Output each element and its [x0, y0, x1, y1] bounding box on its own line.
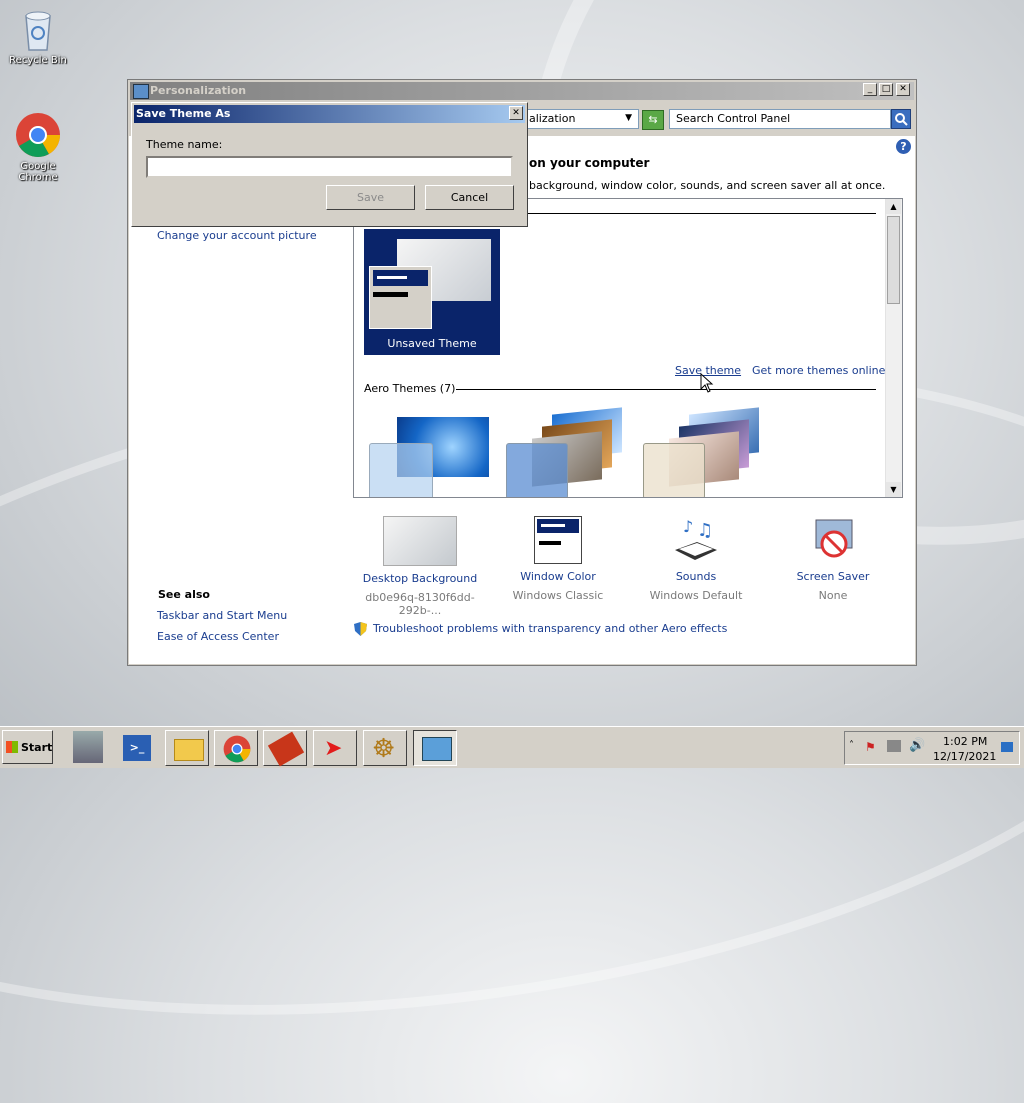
taskbar: Start >_ ➤ ☸ ˄ ⚑ 🔊 1:02 PM 12/17/2021 [0, 726, 1024, 768]
search-icon[interactable] [891, 109, 911, 129]
helm-icon: ☸ [372, 734, 396, 764]
theme-name-input[interactable] [146, 156, 513, 178]
clock-time[interactable]: 1:02 PM [943, 735, 987, 748]
start-button[interactable]: Start [2, 730, 53, 764]
taskbar-app-control-panel[interactable] [413, 730, 457, 766]
theme-glass-window [506, 443, 568, 497]
change-account-picture-link[interactable]: Change your account picture [157, 229, 317, 242]
aero-themes-divider [456, 389, 876, 390]
save-button[interactable]: Save [326, 185, 415, 210]
svg-text:♪: ♪ [683, 517, 693, 536]
desktop-background-option[interactable]: Desktop Background db0e96q-8130f6dd-292b… [355, 516, 485, 617]
dialog-title: Save Theme As [136, 107, 231, 120]
get-more-themes-link[interactable]: Get more themes online [752, 364, 885, 377]
theme-tile-windows7[interactable] [369, 414, 494, 497]
arrow-icon: ➤ [324, 736, 343, 761]
taskbar-app-helm[interactable]: ☸ [363, 730, 407, 766]
minimize-button[interactable]: _ [863, 83, 877, 96]
window-color-label: Window Color [520, 570, 596, 583]
windows-logo-icon [6, 741, 18, 753]
quick-launch-server-manager-icon[interactable] [73, 731, 103, 763]
quick-launch-powershell-icon[interactable]: >_ [123, 735, 151, 761]
sounds-label: Sounds [675, 570, 717, 583]
save-theme-dialog: Save Theme As ✕ Theme name: Save Cancel [131, 102, 528, 227]
scroll-down-arrow[interactable]: ▼ [886, 482, 901, 497]
volume-icon[interactable]: 🔊 [909, 738, 925, 753]
window-color-option[interactable]: Window Color Windows Classic [493, 516, 623, 602]
taskbar-app-arrow[interactable]: ➤ [313, 730, 357, 766]
page-description: background, window color, sounds, and sc… [529, 179, 886, 192]
taskbar-app-red-tool[interactable] [263, 730, 307, 767]
themes-list[interactable]: Unsaved Theme Save theme Get more themes… [353, 198, 903, 498]
themes-scrollbar[interactable]: ▲ ▼ [885, 199, 902, 497]
action-center-flag-icon[interactable]: ⚑ [865, 740, 876, 754]
chevron-down-icon[interactable]: ▼ [625, 113, 632, 123]
window-color-value: Windows Classic [512, 589, 604, 602]
desktop-icon-label: Recycle Bin [9, 55, 67, 66]
address-text: alization [529, 112, 576, 125]
theme-label: Unsaved Theme [387, 337, 477, 350]
scroll-thumb[interactable] [887, 216, 900, 304]
screen-saver-value: None [818, 589, 848, 602]
my-themes-divider [526, 213, 876, 214]
theme-preview-window [369, 266, 432, 329]
desktop-icon-recycle-bin[interactable]: Recycle Bin [0, 8, 76, 66]
theme-glass-window [643, 443, 705, 497]
desktop-icon-label: Google Chrome [18, 161, 58, 183]
screen-saver-icon [810, 516, 856, 564]
scroll-up-arrow[interactable]: ▲ [886, 199, 901, 214]
clock-date[interactable]: 12/17/2021 [933, 750, 996, 763]
theme-tile-characters[interactable] [641, 407, 766, 497]
sounds-value: Windows Default [649, 589, 743, 602]
maximize-button[interactable]: □ [879, 83, 893, 96]
aero-themes-header: Aero Themes (7) [364, 382, 456, 395]
desktop-icon-google-chrome[interactable]: Google Chrome [0, 112, 76, 183]
sounds-icon: ♪ ♫ [671, 516, 721, 564]
system-tray: ˄ ⚑ 🔊 1:02 PM 12/17/2021 [844, 731, 1020, 765]
ease-of-access-link[interactable]: Ease of Access Center [157, 630, 279, 643]
troubleshoot-link[interactable]: Troubleshoot problems with transparency … [373, 622, 727, 635]
window-title-bar[interactable]: Personalization [130, 82, 914, 100]
network-icon[interactable] [887, 740, 901, 752]
shield-icon [354, 622, 367, 636]
search-placeholder: Search Control Panel [676, 112, 791, 125]
see-also-heading: See also [158, 588, 210, 601]
help-icon[interactable]: ? [896, 139, 911, 154]
show-desktop-icon[interactable] [1001, 742, 1013, 752]
theme-tile-architecture[interactable] [504, 407, 629, 497]
sounds-option[interactable]: ♪ ♫ Sounds Windows Default [631, 516, 761, 602]
screen-saver-label: Screen Saver [796, 570, 870, 583]
chrome-icon [223, 735, 251, 766]
window-title: Personalization [150, 84, 247, 97]
window-color-icon [534, 516, 582, 564]
desktop-background-label: Desktop Background [362, 572, 478, 585]
chrome-icon [15, 112, 61, 158]
dialog-close-button[interactable]: ✕ [509, 106, 523, 120]
theme-name-label: Theme name: [146, 138, 223, 151]
dialog-title-bar[interactable]: Save Theme As [134, 105, 525, 123]
cancel-button[interactable]: Cancel [425, 185, 514, 210]
desktop-background-value: db0e96q-8130f6dd-292b-... [365, 591, 475, 617]
address-bar[interactable]: alization ▼ [527, 109, 639, 129]
theme-glass-window [369, 443, 433, 497]
theme-tile-unsaved[interactable]: Unsaved Theme [364, 229, 500, 355]
taskbar-app-chrome[interactable] [214, 730, 258, 766]
folder-icon [174, 739, 204, 761]
control-panel-icon [422, 737, 452, 761]
taskbar-start-menu-link[interactable]: Taskbar and Start Menu [157, 609, 287, 622]
tray-expand-icon[interactable]: ˄ [849, 740, 854, 751]
page-heading: on your computer [529, 156, 650, 170]
close-button[interactable]: ✕ [896, 83, 910, 96]
screen-saver-option[interactable]: Screen Saver None [768, 516, 898, 602]
control-panel-icon [133, 84, 149, 99]
svg-text:♫: ♫ [697, 520, 713, 541]
desktop-background-icon [383, 516, 457, 566]
start-label: Start [21, 741, 53, 754]
recycle-bin-icon [21, 8, 55, 52]
search-input[interactable]: Search Control Panel [669, 109, 891, 129]
taskbar-app-explorer[interactable] [165, 730, 209, 766]
refresh-icon[interactable]: ⇆ [642, 110, 664, 130]
mouse-cursor [700, 372, 714, 393]
app-icon [267, 731, 305, 767]
